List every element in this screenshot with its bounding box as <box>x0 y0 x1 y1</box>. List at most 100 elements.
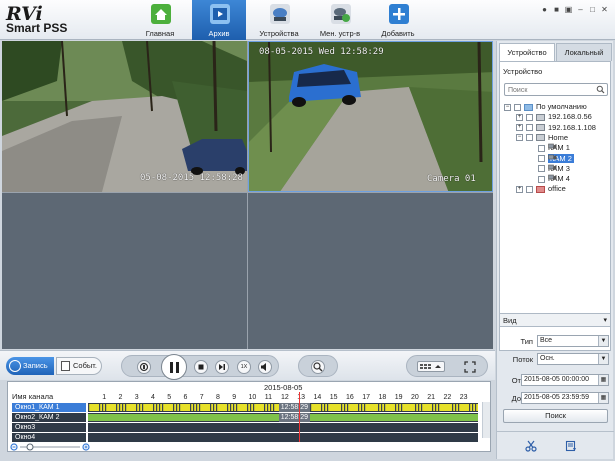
camera-image-road-trees <box>2 41 247 192</box>
speed-button[interactable]: 1X <box>237 360 251 374</box>
collapse-icon[interactable]: ▾ <box>603 316 607 324</box>
maximize-icon[interactable]: □ <box>588 5 597 14</box>
app-logo: RVi Smart PSS <box>6 3 106 37</box>
timeline-row[interactable]: Окно4 <box>12 433 478 442</box>
nav-devices-button[interactable]: Устройства <box>252 0 306 40</box>
download-list-icon[interactable] <box>565 440 577 454</box>
timeline-row[interactable]: Окно1_КАМ 1 12:58:29 <box>12 403 478 412</box>
calendar-icon[interactable]: ▦ <box>598 393 608 403</box>
timeline-row[interactable]: Окно3 <box>12 423 478 432</box>
timeline-playhead[interactable] <box>298 392 300 442</box>
fullscreen-icon[interactable]: ▣ <box>564 5 573 14</box>
minimize-icon[interactable]: – <box>576 5 585 14</box>
timeline-track[interactable]: 12:58:29 <box>88 403 478 412</box>
expand-icon[interactable]: + <box>516 124 523 132</box>
grid-layout-icon <box>420 364 441 369</box>
playback-controls-bar: Запись Событ. 1X <box>0 350 495 380</box>
tree-node-home[interactable]: − Home <box>516 133 568 143</box>
next-frame-icon <box>219 364 225 370</box>
digital-zoom-button[interactable] <box>311 360 325 374</box>
tree-node-кам-2[interactable]: КАМ 2 <box>528 153 574 164</box>
tree-node-192-168-0-56[interactable]: +192.168.0.56 <box>516 112 592 122</box>
stream-select[interactable]: Осн. ▼ <box>537 353 609 365</box>
tree-node-кам-4[interactable]: КАМ 4 <box>528 174 570 184</box>
tree-checkbox[interactable] <box>538 175 545 183</box>
device-section-title: Устройство <box>503 67 543 76</box>
tree-checkbox[interactable] <box>526 113 533 121</box>
collapse-icon[interactable]: − <box>504 103 511 111</box>
search-button[interactable]: Поиск <box>503 409 608 423</box>
lock-icon[interactable]: ■ <box>552 5 561 14</box>
volume-button[interactable] <box>258 360 272 374</box>
stop-button[interactable] <box>194 360 208 374</box>
hour-tick-label: 11 <box>264 394 273 401</box>
fullscreen-button[interactable] <box>463 360 477 374</box>
view-section-header[interactable]: Вид ▾ <box>499 313 611 327</box>
pause-button[interactable] <box>161 354 187 380</box>
recorder-icon <box>536 134 545 142</box>
tree-node-по-умолчанию[interactable]: − По умолчанию <box>504 102 587 112</box>
zoom-out-icon[interactable] <box>10 443 18 451</box>
sync-play-button[interactable] <box>137 360 151 374</box>
event-mode-button[interactable]: Событ. <box>56 357 102 375</box>
timeline-scrollbar[interactable] <box>482 402 490 438</box>
nav-playback-button[interactable]: Архив <box>192 0 246 40</box>
timeline-channel-name[interactable]: Окно3 <box>12 423 86 432</box>
recorder-icon <box>536 113 545 121</box>
tree-node-кам-3[interactable]: КАМ 3 <box>528 164 570 174</box>
camera-view-2[interactable]: 08-05-2015 Wed 12:58:29 Camera 01 <box>248 41 493 192</box>
tab-device[interactable]: Устройство <box>499 43 555 61</box>
device-search-input[interactable] <box>508 85 596 95</box>
from-datetime-input[interactable]: 2015-08-05 00:00:00 ▦ <box>521 374 609 386</box>
tree-checkbox[interactable] <box>526 185 533 193</box>
expand-icon[interactable]: + <box>516 185 523 193</box>
device-tree-box: Устройство −По умолчанию+192.168.0.56+19… <box>499 61 611 351</box>
nav-add-button[interactable]: Добавить <box>371 0 425 40</box>
camera-view-1[interactable]: 05-08-2015 12:58:28 <box>2 41 247 192</box>
tree-node-кам-1[interactable]: КАМ 1 <box>528 143 570 153</box>
hour-tick-label: 1 <box>102 394 107 401</box>
tree-node-office[interactable]: + office <box>516 184 566 194</box>
tree-checkbox[interactable] <box>538 165 545 173</box>
next-frame-button[interactable] <box>215 360 229 374</box>
collapse-icon[interactable]: − <box>516 134 523 142</box>
close-icon[interactable]: ✕ <box>600 5 609 14</box>
zoom-in-icon[interactable] <box>82 443 90 451</box>
hour-tick-label: 6 <box>183 394 188 401</box>
timeline-track[interactable]: 12:58:29 <box>88 413 478 422</box>
expand-icon[interactable]: + <box>516 113 523 121</box>
layout-select-button[interactable] <box>417 361 445 372</box>
timeline-track[interactable] <box>88 433 478 442</box>
empty-video-cell-4[interactable] <box>248 193 493 349</box>
to-datetime-input[interactable]: 2015-08-05 23:59:59 ▦ <box>521 392 609 404</box>
empty-video-cell-3[interactable] <box>2 193 247 349</box>
nav-home-button[interactable]: Главная <box>133 0 187 40</box>
timeline-track[interactable] <box>88 423 478 432</box>
record-mode-button[interactable]: Запись <box>6 357 54 375</box>
type-select[interactable]: Все ▼ <box>537 335 609 347</box>
tree-checkbox[interactable] <box>538 155 545 163</box>
dropdown-arrow-icon: ▼ <box>598 354 608 364</box>
timeline-row[interactable]: Окно2_КАМ 2 12:58:29 <box>12 413 478 422</box>
settings-icon[interactable]: ● <box>540 5 549 14</box>
tree-node-192-168-1-108[interactable]: +192.168.1.108 <box>516 123 596 133</box>
timeline-channel-name[interactable]: Окно2_КАМ 2 <box>12 413 86 422</box>
timeline-channel-name[interactable]: Окно1_КАМ 1 <box>12 403 86 412</box>
hour-tick-label: 3 <box>134 394 139 401</box>
tab-local[interactable]: Локальный <box>556 43 612 61</box>
tree-checkbox[interactable] <box>526 124 533 132</box>
nav-device-manager-label: Мен. устр-в <box>319 29 361 38</box>
timeline-channel-name[interactable]: Окно4 <box>12 433 86 442</box>
pause-icon <box>170 362 173 373</box>
timeline-panel: 2015-08-05 Имя канала 1 2 3 4 5 6 7 8 9 10 11 12 13 1… <box>7 381 491 452</box>
clip-scissors-icon[interactable] <box>525 440 537 454</box>
search-icon[interactable] <box>596 85 605 96</box>
camera2-name: Camera 01 <box>427 174 476 184</box>
tree-checkbox[interactable] <box>514 103 521 111</box>
video-grid[interactable]: 05-08-2015 12:58:28 08-05-2015 Wed 12:58… <box>2 41 493 349</box>
tree-checkbox[interactable] <box>526 134 533 142</box>
playhead-time-label: 12:58:29 <box>278 413 310 422</box>
tree-checkbox[interactable] <box>538 144 545 152</box>
nav-device-manager-button[interactable]: Мен. устр-в <box>313 0 367 40</box>
calendar-icon[interactable]: ▦ <box>598 375 608 385</box>
